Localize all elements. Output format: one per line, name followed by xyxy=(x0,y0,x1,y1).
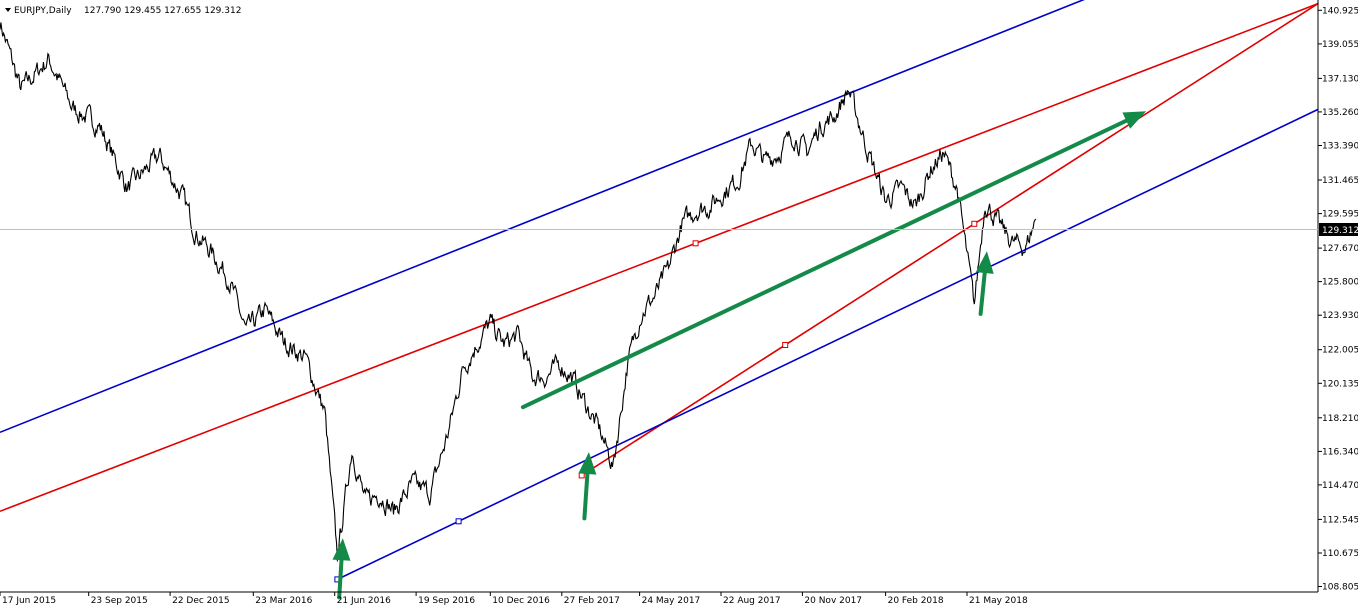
ohlc-values: 127.790 129.455 127.655 129.312 xyxy=(84,6,241,16)
y-tick-label: 110.675 xyxy=(1322,549,1358,559)
x-tick-label: 20 Feb 2018 xyxy=(888,596,944,606)
x-tick-label: 17 Jun 2015 xyxy=(2,596,56,606)
current-price-label: 129.312 xyxy=(1322,226,1358,236)
y-tick-label: 108.805 xyxy=(1322,583,1358,593)
chart-header[interactable]: EURJPY,Daily 127.790 129.455 127.655 129… xyxy=(5,6,241,16)
chart: 140.925 139.055 137.130 135.260 133.390 131.4… xyxy=(0,0,1358,611)
y-tick-label: 120.135 xyxy=(1322,379,1358,389)
y-tick-label: 116.340 xyxy=(1322,447,1358,457)
anchor-marker-4 xyxy=(971,220,978,227)
y-tick-label: 123.930 xyxy=(1322,311,1358,321)
x-tick-label: 19 Sep 2016 xyxy=(418,596,475,606)
symbol-label: EURJPY,Daily xyxy=(14,6,72,16)
y-tick-label: 135.260 xyxy=(1322,108,1358,118)
y-tick-label: 127.670 xyxy=(1322,244,1358,254)
x-tick-label: 10 Dec 2016 xyxy=(492,596,550,606)
plot-area xyxy=(0,0,1358,611)
x-tick-label: 21 May 2018 xyxy=(969,596,1028,606)
x-tick-label: 22 Dec 2015 xyxy=(172,596,230,606)
y-tick-label: 131.465 xyxy=(1322,176,1358,186)
x-tick-label: 27 Feb 2017 xyxy=(564,596,620,606)
anchor-marker-1 xyxy=(692,240,699,247)
y-tick-label: 133.390 xyxy=(1322,142,1358,152)
anchor-marker-6 xyxy=(455,518,462,525)
anchor-marker-3 xyxy=(782,342,789,348)
y-tick-label: 114.470 xyxy=(1322,481,1358,491)
y-tick-label: 122.005 xyxy=(1322,346,1358,356)
y-tick-label: 140.925 xyxy=(1322,6,1358,16)
x-tick-label: 20 Nov 2017 xyxy=(804,596,862,606)
x-tick-label: 24 May 2017 xyxy=(642,596,701,606)
x-tick-label: 23 Sep 2015 xyxy=(91,596,148,606)
y-tick-label: 125.800 xyxy=(1322,278,1358,288)
x-tick-label: 23 Mar 2016 xyxy=(255,596,312,606)
current-price-tag: 129.312 xyxy=(1319,223,1358,236)
y-tick-label: 112.545 xyxy=(1322,515,1358,525)
y-tick-label: 129.595 xyxy=(1322,210,1358,220)
x-tick-label: 21 Jun 2016 xyxy=(337,596,391,606)
y-tick-label: 118.210 xyxy=(1322,414,1358,424)
x-tick-label: 22 Aug 2017 xyxy=(723,596,781,606)
y-tick-label: 137.130 xyxy=(1322,74,1358,84)
y-tick-label: 139.055 xyxy=(1322,40,1358,50)
